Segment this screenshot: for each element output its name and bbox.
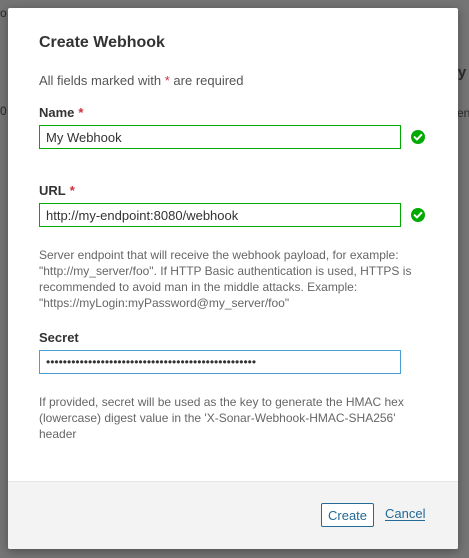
modal-title: Create Webhook bbox=[39, 34, 165, 51]
name-required-star: * bbox=[78, 105, 84, 120]
url-help-text: Server endpoint that will receive the we… bbox=[39, 248, 412, 310]
required-star: * bbox=[164, 73, 170, 88]
secret-label: Secret bbox=[39, 330, 79, 345]
background-text-fragment: o bbox=[0, 6, 7, 20]
name-input[interactable] bbox=[39, 125, 401, 149]
background-text-fragment: 0 bbox=[0, 104, 7, 118]
check-circle-icon bbox=[411, 130, 425, 144]
url-input[interactable] bbox=[39, 203, 401, 227]
required-fields-note: All fields marked with * are required bbox=[39, 73, 244, 88]
required-note-suffix: are required bbox=[173, 73, 244, 88]
cancel-link[interactable]: Cancel bbox=[385, 507, 426, 521]
secret-help-text: If provided, secret will be used as the … bbox=[39, 395, 404, 441]
background-text-fragment: en bbox=[457, 106, 469, 120]
create-webhook-modal: Create Webhook All fields marked with * … bbox=[8, 8, 458, 549]
name-label: Name * bbox=[39, 105, 83, 120]
required-note-prefix: All fields marked with bbox=[39, 73, 162, 88]
create-button[interactable]: Create bbox=[321, 503, 375, 527]
modal-footer: Create Cancel bbox=[8, 481, 458, 549]
secret-label-text: Secret bbox=[39, 330, 79, 345]
name-label-text: Name bbox=[39, 105, 75, 120]
url-required-star: * bbox=[69, 183, 75, 198]
secret-input[interactable] bbox=[39, 350, 401, 374]
url-label: URL * bbox=[39, 183, 75, 198]
url-label-text: URL bbox=[39, 183, 66, 198]
check-circle-icon bbox=[411, 208, 425, 222]
